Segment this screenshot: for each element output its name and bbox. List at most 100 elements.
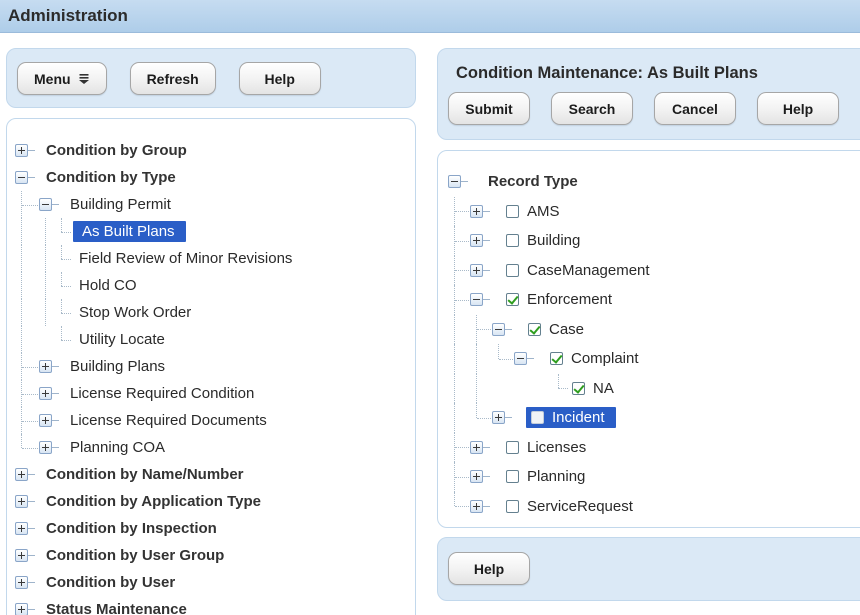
tree-item-label[interactable]: Building Permit	[66, 195, 175, 214]
tree-item-label[interactable]: License Required Condition	[66, 384, 258, 403]
tree-item-label[interactable]: Condition by Group	[42, 141, 191, 160]
expand-icon[interactable]	[15, 495, 28, 508]
tree-item-label[interactable]: Incident	[548, 408, 609, 427]
collapse-icon[interactable]	[492, 323, 505, 336]
tree-item-content: Condition by Inspection	[40, 518, 223, 539]
tree-item-label[interactable]: Field Review of Minor Revisions	[75, 249, 296, 268]
tree-item-label[interactable]: Planning	[523, 467, 589, 486]
tree-item-label[interactable]: Complaint	[567, 349, 643, 368]
expand-icon[interactable]	[470, 205, 483, 218]
tree-leaf-connector	[61, 232, 71, 233]
tree-item-label[interactable]: Building	[523, 231, 584, 250]
checked-checkbox[interactable]	[550, 352, 563, 365]
expand-icon[interactable]	[470, 441, 483, 454]
collapse-icon[interactable]	[470, 293, 483, 306]
checked-checkbox[interactable]	[528, 323, 541, 336]
expand-icon[interactable]	[39, 414, 52, 427]
tree-item-label[interactable]: CaseManagement	[523, 261, 654, 280]
tree-item-label[interactable]: ServiceRequest	[523, 497, 637, 516]
tree-item-label[interactable]: Record Type	[484, 172, 582, 191]
collapse-icon[interactable]	[448, 175, 461, 188]
collapse-icon[interactable]	[514, 352, 527, 365]
tree-guide-line	[483, 299, 490, 300]
tree-item-label[interactable]: Building Plans	[66, 357, 169, 376]
tree-guide-line	[498, 344, 499, 359]
expand-icon[interactable]	[470, 234, 483, 247]
expand-icon[interactable]	[15, 549, 28, 562]
expand-icon[interactable]	[492, 411, 505, 424]
tree-item: Condition by User Group	[7, 542, 415, 569]
tree-item: ServiceRequest	[438, 492, 860, 522]
tree-item-label[interactable]: Condition by Type	[42, 168, 180, 187]
expand-icon[interactable]	[15, 144, 28, 157]
tree-item: Condition by Type	[7, 164, 415, 191]
expand-icon[interactable]	[39, 360, 52, 373]
tree-item-label[interactable]: Condition by Application Type	[42, 492, 265, 511]
tree-item-label[interactable]: License Required Documents	[66, 411, 271, 430]
tree-item-label[interactable]: Enforcement	[523, 290, 616, 309]
search-button[interactable]: Search	[551, 92, 633, 125]
tree-item-content: Condition by User	[40, 572, 181, 593]
expand-icon[interactable]	[15, 522, 28, 535]
unchecked-checkbox[interactable]	[506, 500, 519, 513]
tree-item-label[interactable]: NA	[589, 379, 618, 398]
tree-item-label[interactable]: Condition by Inspection	[42, 519, 221, 538]
tree-item-label[interactable]: As Built Plans	[78, 222, 179, 241]
unchecked-checkbox[interactable]	[506, 264, 519, 277]
expand-icon[interactable]	[15, 576, 28, 589]
help-button-label: Help	[474, 561, 504, 577]
tree-item-label[interactable]: Hold CO	[75, 276, 141, 295]
tree-item-label[interactable]: AMS	[523, 202, 564, 221]
tree-item-label[interactable]: Utility Locate	[75, 330, 169, 349]
expand-icon[interactable]	[15, 603, 28, 615]
tree-item-label[interactable]: Planning COA	[66, 438, 169, 457]
help-button[interactable]: Help	[757, 92, 839, 125]
help-button[interactable]: Help	[239, 62, 321, 95]
tree-guide-line	[45, 272, 46, 299]
collapse-icon[interactable]	[15, 171, 28, 184]
unchecked-checkbox[interactable]	[531, 411, 544, 424]
tree-item-label[interactable]: Condition by User Group	[42, 546, 228, 565]
tree-guide-line	[52, 204, 59, 205]
tree-guide-line	[454, 315, 455, 345]
cancel-button-label: Cancel	[672, 101, 718, 117]
expand-icon[interactable]	[39, 387, 52, 400]
help-button-label: Help	[265, 71, 295, 87]
tree-item: Building Plans	[7, 353, 415, 380]
expand-icon[interactable]	[470, 264, 483, 277]
help-button[interactable]: Help	[448, 552, 530, 585]
tree-guide-line	[476, 344, 477, 374]
tree-leaf-connector	[558, 388, 568, 389]
unchecked-checkbox[interactable]	[506, 470, 519, 483]
tree-item: Hold CO	[7, 272, 415, 299]
tree-guide-line	[505, 417, 512, 418]
expand-icon[interactable]	[39, 441, 52, 454]
search-button-label: Search	[569, 101, 616, 117]
menu-button[interactable]: Menu	[17, 62, 107, 95]
collapse-icon[interactable]	[39, 198, 52, 211]
unchecked-checkbox[interactable]	[506, 441, 519, 454]
checked-checkbox[interactable]	[506, 293, 519, 306]
tree-item-label[interactable]: Stop Work Order	[75, 303, 195, 322]
checked-checkbox[interactable]	[572, 382, 585, 395]
tree-item-label[interactable]: Condition by User	[42, 573, 179, 592]
tree-guide-line	[21, 434, 22, 448]
submit-button[interactable]: Submit	[448, 92, 530, 125]
expand-icon[interactable]	[470, 500, 483, 513]
refresh-button[interactable]: Refresh	[130, 62, 216, 95]
unchecked-checkbox[interactable]	[506, 234, 519, 247]
cancel-button[interactable]: Cancel	[654, 92, 736, 125]
tree-item-label[interactable]: Status Maintenance	[42, 600, 191, 615]
tree-item-label[interactable]: Condition by Name/Number	[42, 465, 248, 484]
tree-item-content: ServiceRequest	[504, 496, 639, 517]
unchecked-checkbox[interactable]	[506, 205, 519, 218]
tree-guide-line	[28, 528, 35, 529]
tree-item: Incident	[438, 403, 860, 433]
tree-item: Building Permit	[7, 191, 415, 218]
tree-item-label[interactable]: Licenses	[523, 438, 590, 457]
tree-item-content: Building	[504, 230, 586, 251]
expand-icon[interactable]	[470, 470, 483, 483]
tree-item-content: Enforcement	[504, 289, 618, 310]
tree-item-label[interactable]: Case	[545, 320, 588, 339]
expand-icon[interactable]	[15, 468, 28, 481]
